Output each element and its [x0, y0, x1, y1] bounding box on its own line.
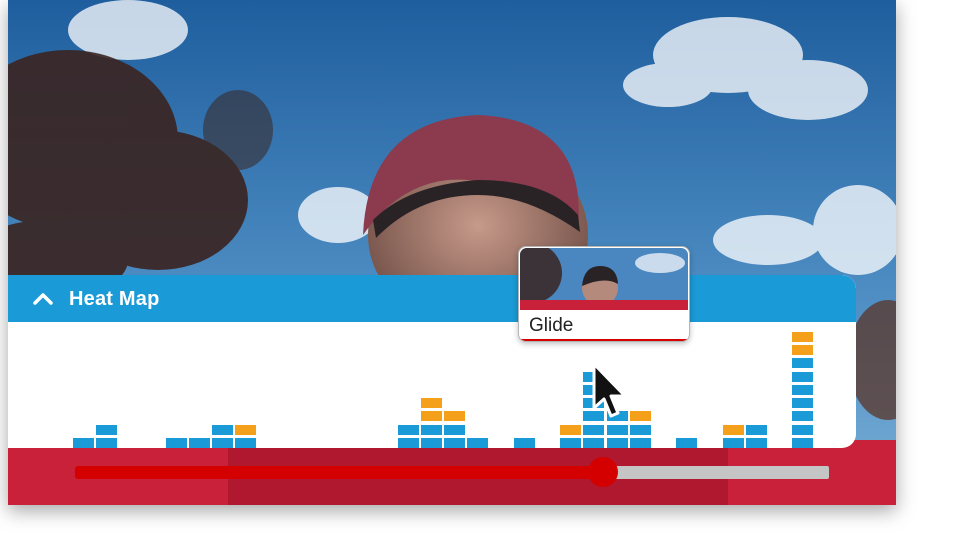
heatmap-cell-blue — [606, 424, 628, 435]
preview-label: Glide — [529, 315, 574, 336]
heatmap-cell-blue — [189, 438, 210, 448]
progress-played[interactable] — [75, 466, 603, 479]
heatmap-cell-blue — [722, 438, 744, 448]
heatmap-cell-blue — [165, 438, 187, 448]
heatmap-cell-orange — [235, 424, 257, 435]
heatmap-cell-blue — [421, 424, 442, 435]
heatmap-cell-blue — [676, 438, 698, 448]
preview-thumbnail — [520, 248, 688, 310]
heatmap-cell-blue — [560, 438, 582, 448]
heatmap-cell-blue — [583, 424, 605, 435]
heatmap-cell-blue — [397, 424, 419, 435]
heatmap-cell-blue — [792, 411, 814, 422]
heatmap-cell-blue — [792, 371, 814, 382]
heatmap-cell-blue — [606, 438, 628, 448]
heatmap-cell-blue — [397, 438, 419, 448]
heatmap-cell-blue — [444, 424, 466, 435]
scrubber-handle[interactable] — [587, 457, 618, 487]
heatmap-cell-blue — [96, 424, 118, 435]
heatmap-cell-orange — [792, 344, 814, 355]
heatmap-cell-blue — [96, 438, 118, 448]
heatmap-cell-blue — [745, 424, 767, 435]
heatmap-cell-orange — [560, 424, 582, 435]
heatmap-chart[interactable] — [8, 322, 856, 448]
heatmap-cell-blue — [212, 438, 234, 448]
heatmap-cell-blue — [792, 384, 814, 395]
heatmap-cell-orange — [444, 411, 466, 422]
preview-tooltip: Glide — [518, 246, 690, 342]
heatmap-header[interactable]: Heat Map — [8, 275, 856, 322]
heatmap-cell-blue — [792, 398, 814, 409]
heatmap-cell-orange — [421, 398, 442, 409]
heatmap-cell-blue — [421, 438, 442, 448]
heatmap-cell-blue — [444, 438, 466, 448]
heatmap-cell-blue — [792, 438, 814, 448]
heatmap-cell-blue — [792, 424, 814, 435]
mouse-cursor-icon — [592, 362, 627, 418]
heatmap-cell-blue — [212, 424, 234, 435]
heatmap-cell-blue — [745, 438, 767, 448]
heatmap-cell-orange — [421, 411, 442, 422]
heatmap-title: Heat Map — [69, 288, 160, 310]
heatmap-cell-blue — [467, 438, 489, 448]
heatmap-cell-orange — [792, 331, 814, 342]
heatmap-cell-blue — [583, 438, 605, 448]
heatmap-cell-blue — [629, 424, 651, 435]
heatmap-cell-blue — [235, 438, 257, 448]
heatmap-cell-blue — [513, 438, 535, 448]
heatmap-cell-orange — [722, 424, 744, 435]
heatmap-cell-blue — [73, 438, 94, 448]
preview-accent — [519, 339, 689, 341]
heatmap-panel: Heat Map — [8, 275, 856, 448]
heatmap-cell-blue — [792, 358, 814, 369]
video-player[interactable]: Heat Map — [8, 0, 896, 505]
chevron-up-icon[interactable] — [32, 289, 54, 307]
heatmap-cell-blue — [629, 438, 651, 448]
